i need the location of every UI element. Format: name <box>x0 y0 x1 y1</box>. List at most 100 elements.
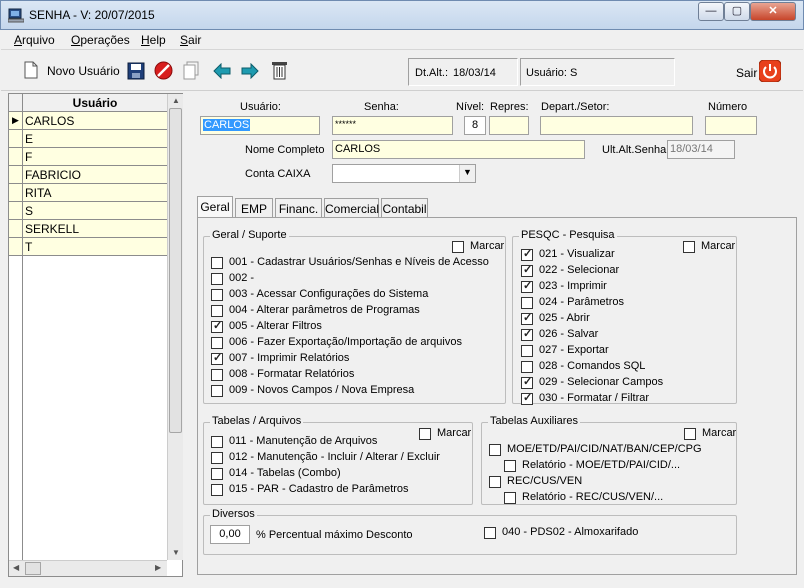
tab-emp[interactable]: EMP <box>235 198 273 217</box>
tab-contabil[interactable]: Contabil <box>381 198 428 217</box>
vertical-scroll-thumb[interactable] <box>169 108 182 433</box>
table-row[interactable]: FABRICIO <box>9 166 167 184</box>
usuario-label: Usuário: <box>240 101 281 113</box>
trash-icon[interactable] <box>271 60 288 80</box>
maximize-button[interactable]: ▢ <box>724 2 750 21</box>
checkbox-012[interactable] <box>211 452 223 464</box>
checkbox-025[interactable] <box>521 311 533 325</box>
arrow-left-icon[interactable] <box>213 63 231 79</box>
checkbox-028[interactable] <box>521 361 533 373</box>
checkbox-007[interactable] <box>211 351 223 365</box>
group-diversos-title: Diversos <box>210 508 257 520</box>
arrow-right-icon[interactable] <box>241 63 259 79</box>
checkbox-001[interactable] <box>211 257 223 269</box>
percentual-desconto-label: % Percentual máximo Desconto <box>256 529 413 541</box>
label-011: 011 - Manutenção de Arquivos <box>229 435 378 447</box>
nome-completo-field[interactable]: CARLOS <box>332 140 585 159</box>
dt-alt-value: 18/03/14 <box>453 67 496 79</box>
table-row[interactable]: S <box>9 202 167 220</box>
label-003: 003 - Acessar Configurações do Sistema <box>229 288 429 300</box>
dt-alt-label: Dt.Alt.: <box>415 67 449 79</box>
checkbox-005[interactable] <box>211 319 223 333</box>
checkbox-moe-etd[interactable] <box>489 444 501 456</box>
checkbox-008[interactable] <box>211 369 223 381</box>
scroll-up-icon[interactable]: ▲ <box>172 96 180 105</box>
checkbox-006[interactable] <box>211 337 223 349</box>
grid-cell: CARLOS <box>25 114 75 128</box>
menu-help[interactable]: Help <box>141 33 166 47</box>
label-029: 029 - Selecionar Campos <box>539 376 664 388</box>
minimize-button[interactable]: — <box>698 2 724 21</box>
numero-field[interactable] <box>705 116 757 135</box>
label-021: 021 - Visualizar <box>539 248 615 260</box>
label-023: 023 - Imprimir <box>539 280 607 292</box>
menu-bar: Arquivo Operações Help Sair <box>1 30 803 50</box>
cancel-icon[interactable] <box>154 61 173 80</box>
checkbox-relatorio-moe[interactable] <box>504 460 516 472</box>
marcar-tabelas-checkbox[interactable] <box>419 428 431 440</box>
scroll-left-icon[interactable]: ◀ <box>13 563 19 572</box>
grid-vertical-scrollbar[interactable]: ▲ ▼ <box>167 94 183 560</box>
dropdown-button[interactable]: ▼ <box>459 165 475 182</box>
checkbox-003[interactable] <box>211 289 223 301</box>
nivel-field[interactable]: 8 <box>464 116 486 135</box>
conta-caixa-select[interactable]: ▼ <box>332 164 476 183</box>
senha-field[interactable]: ****** <box>332 116 453 135</box>
table-row[interactable]: RITA <box>9 184 167 202</box>
horizontal-scroll-thumb[interactable] <box>25 562 41 575</box>
checkbox-rec-cus-ven[interactable] <box>489 476 501 488</box>
checkbox-022[interactable] <box>521 263 533 277</box>
table-row[interactable]: F <box>9 148 167 166</box>
tab-financ[interactable]: Financ. <box>275 198 322 217</box>
checkbox-014[interactable] <box>211 468 223 480</box>
checkbox-040[interactable] <box>484 527 496 539</box>
grid-header: Usuário <box>9 94 167 112</box>
checkbox-027[interactable] <box>521 345 533 357</box>
new-user-button[interactable]: Novo Usuário <box>23 60 120 82</box>
group-diversos: Diversos 0,00 % Percentual máximo Descon… <box>203 508 737 555</box>
label-024: 024 - Parâmetros <box>539 296 624 308</box>
checkbox-029[interactable] <box>521 375 533 389</box>
table-row[interactable]: T <box>9 238 167 256</box>
menu-arquivo[interactable]: Arquivo <box>14 33 55 47</box>
scroll-down-icon[interactable]: ▼ <box>172 548 180 557</box>
checkbox-relatorio-rec[interactable] <box>504 492 516 504</box>
toolbar: Novo Usuário Dt.Alt.: 18/03/14 Usuário: … <box>1 51 803 91</box>
repres-field[interactable] <box>489 116 529 135</box>
label-relatorio-rec: Relatório - REC/CUS/VEN/... <box>522 491 664 503</box>
checkbox-026[interactable] <box>521 327 533 341</box>
menu-sair[interactable]: Sair <box>180 33 201 47</box>
checkbox-011[interactable] <box>211 436 223 448</box>
checkbox-023[interactable] <box>521 279 533 293</box>
save-icon[interactable] <box>127 62 145 80</box>
user-grid[interactable]: Usuário ▶ CARLOS E F FABRICIO RITA S SERK… <box>8 93 183 577</box>
checkbox-030[interactable] <box>521 391 533 405</box>
exit-button[interactable]: Sair <box>734 60 782 84</box>
checkbox-002[interactable] <box>211 273 223 285</box>
grid-cell: SERKELL <box>25 222 80 236</box>
label-014: 014 - Tabelas (Combo) <box>229 467 341 479</box>
scroll-right-icon[interactable]: ▶ <box>155 563 161 572</box>
label-015: 015 - PAR - Cadastro de Parâmetros <box>229 483 409 495</box>
table-row[interactable]: SERKELL <box>9 220 167 238</box>
table-row[interactable]: ▶ CARLOS <box>9 112 167 130</box>
grid-horizontal-scrollbar[interactable]: ◀ ▶ <box>9 560 167 576</box>
table-row[interactable]: E <box>9 130 167 148</box>
marcar-auxiliares-checkbox[interactable] <box>684 428 696 440</box>
nome-completo-label: Nome Completo <box>245 144 325 156</box>
menu-operacoes[interactable]: Operações <box>71 33 130 47</box>
tab-geral[interactable]: Geral <box>197 196 233 218</box>
usuario-field[interactable]: CARLOS <box>200 116 320 135</box>
checkbox-004[interactable] <box>211 305 223 317</box>
marcar-geral-checkbox[interactable] <box>452 241 464 253</box>
percentual-desconto-field[interactable]: 0,00 <box>210 525 250 544</box>
checkbox-009[interactable] <box>211 385 223 397</box>
copy-icon[interactable] <box>183 61 199 80</box>
marcar-pesqc-checkbox[interactable] <box>683 241 695 253</box>
checkbox-021[interactable] <box>521 247 533 261</box>
checkbox-024[interactable] <box>521 297 533 309</box>
depart-field[interactable] <box>540 116 693 135</box>
close-button[interactable]: ✕ <box>750 2 796 21</box>
checkbox-015[interactable] <box>211 484 223 496</box>
tab-comercial[interactable]: Comercial <box>324 198 379 217</box>
